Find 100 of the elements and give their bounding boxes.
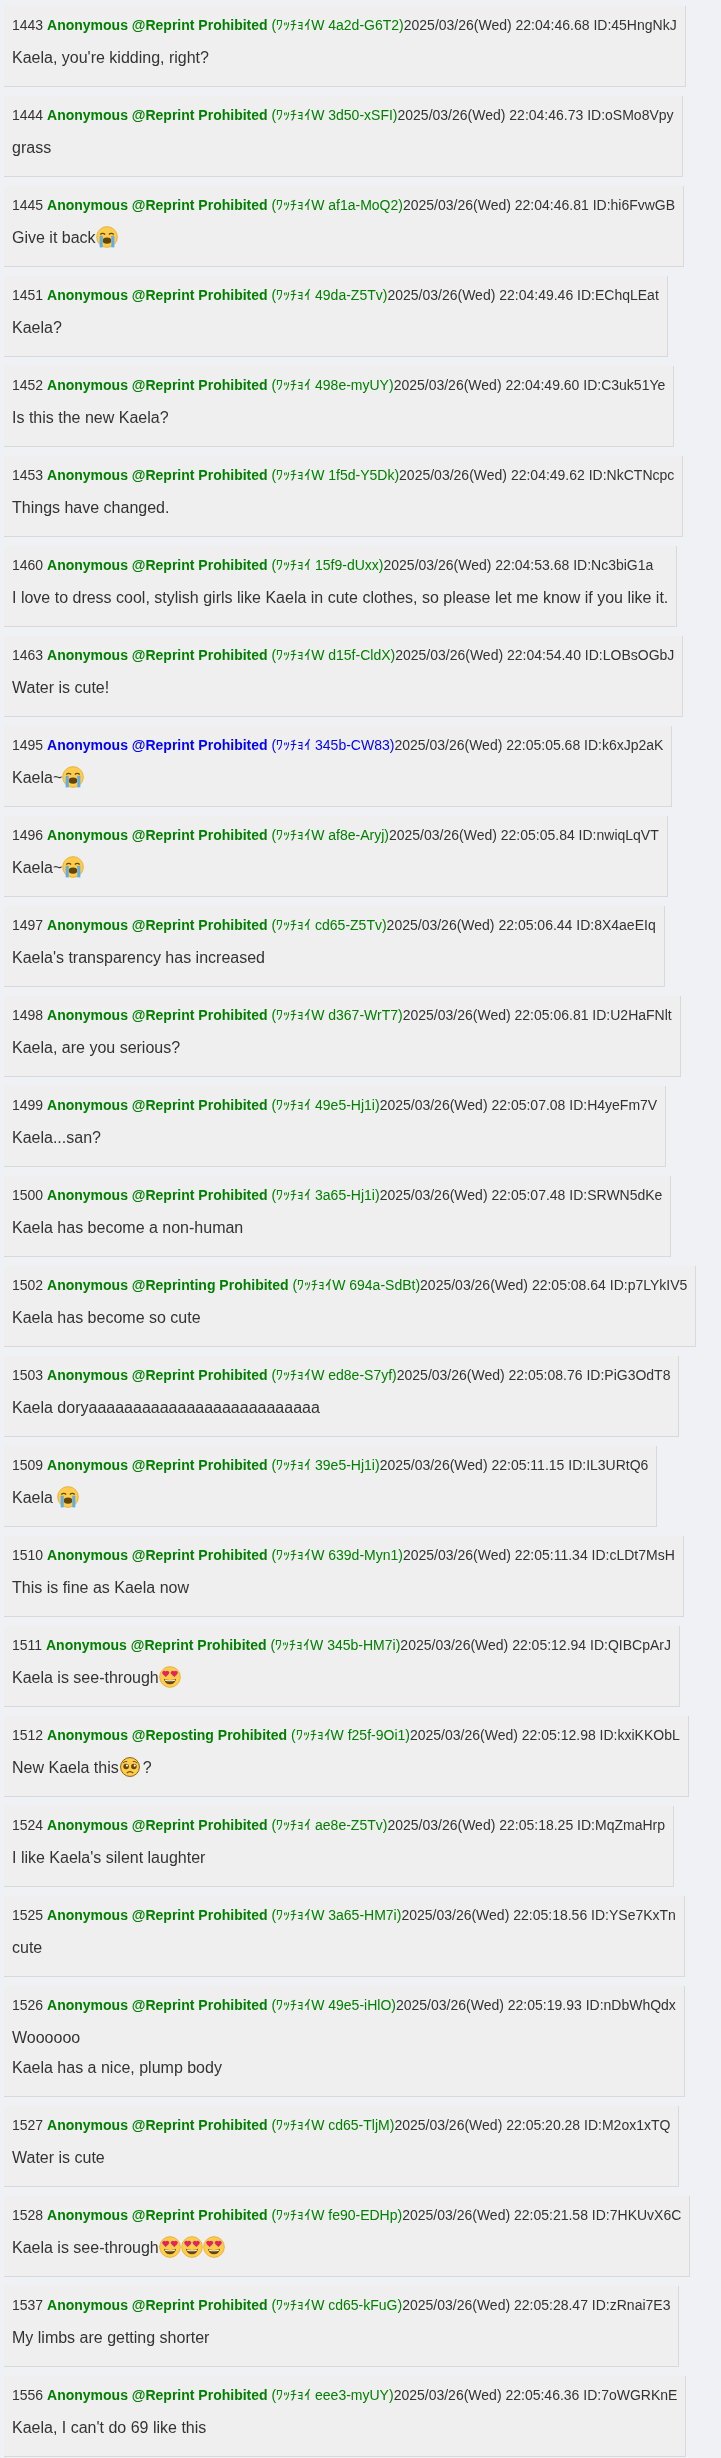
poster-tag: (ﾜｯﾁｮｲW cd65-kFuG) [271, 2297, 403, 2313]
post-date: 2025/03/26(Wed) 22:04:46.81 [402, 197, 589, 213]
poster-name: Anonymous @Reprint Prohibited [47, 827, 268, 843]
post-number: 1453 [12, 467, 44, 483]
poster-tag: (ﾜｯﾁｮｲW d15f-CldX) [271, 647, 396, 663]
post-date: 2025/03/26(Wed) 22:04:49.62 [399, 467, 585, 483]
post-number: 1452 [12, 377, 44, 393]
post-date: 2025/03/26(Wed) 22:05:06.44 [386, 917, 573, 933]
post-number: 1497 [12, 917, 44, 933]
poster-name: Anonymous @Reprint Prohibited [47, 1547, 268, 1563]
poster-tag: (ﾜｯﾁｮｲW 1f5d-Y5Dk) [271, 467, 400, 483]
message-text: Kaela? [12, 319, 62, 336]
post-id: ID:QIBCpArJ [590, 1637, 671, 1653]
post-id: ID:45HngNkJ [593, 17, 677, 33]
poster-name: Anonymous @Reprint Prohibited [47, 2207, 268, 2223]
poster-name: Anonymous @Reprint Prohibited [46, 1637, 267, 1653]
poster-tag: (ﾜｯﾁｮｲ 498e-myUY) [271, 377, 394, 393]
message-text: Kaela~ [12, 859, 63, 876]
post-date: 2025/03/26(Wed) 22:05:11.34 [402, 1547, 588, 1563]
poster-name: Anonymous @Reprint Prohibited [47, 467, 268, 483]
post-number: 1443 [12, 17, 44, 33]
post-number: 1500 [12, 1187, 44, 1203]
poster-tag: (ﾜｯﾁｮｲW af1a-MoQ2) [271, 197, 403, 213]
crying-face-icon [57, 1486, 80, 1508]
poster-tag: (ﾜｯﾁｮｲW 639d-Myn1) [271, 1547, 403, 1563]
poster-tag: (ﾜｯﾁｮｲW 49e5-iHlO) [271, 1997, 396, 2013]
poster-name: Anonymous @Reprint Prohibited [47, 2387, 268, 2403]
poster-tag: (ﾜｯﾁｮｲ 345b-CW83) [271, 737, 395, 753]
post-id: ID:Nc3biG1a [573, 557, 654, 573]
poster-tag: (ﾜｯﾁｮｲ 49da-Z5Tv) [271, 287, 388, 303]
post-date: 2025/03/26(Wed) 22:04:54.40 [395, 647, 581, 663]
poster-name: Anonymous @Reprint Prohibited [47, 377, 268, 393]
message-text: Kaela has become so cute [12, 1309, 201, 1326]
message-text: cute [12, 1939, 43, 1956]
message-text: Water is cute [12, 2149, 105, 2166]
heart-eyes-face-icon [158, 1666, 181, 1688]
post-number: 1525 [12, 1907, 44, 1923]
post-number: 1526 [12, 1997, 44, 2013]
post-number: 1556 [12, 2387, 44, 2403]
post-number: 1509 [12, 1457, 44, 1473]
post-date: 2025/03/26(Wed) 22:05:05.68 [394, 737, 581, 753]
poster-name: Anonymous @Reprint Prohibited [47, 2117, 268, 2133]
post-id: ID:M2ox1xTQ [584, 2117, 671, 2133]
message-text: Kaela doryaaaaaaaaaaaaaaaaaaaaaaaaaa [12, 1399, 320, 1416]
message-text: I like Kaela's silent laughter [12, 1849, 206, 1866]
post-date: 2025/03/26(Wed) 22:05:20.28 [394, 2117, 581, 2133]
message-text: Kaela has a nice, plump body [12, 2059, 222, 2076]
post-date: 2025/03/26(Wed) 22:04:46.73 [397, 107, 584, 123]
poster-tag: (ﾜｯﾁｮｲ eee3-myUY) [271, 2387, 394, 2403]
poster-tag: (ﾜｯﾁｮｲ 49e5-Hj1i) [271, 1097, 380, 1113]
post-number: 1444 [12, 107, 44, 123]
post-id: ID:7HKUvX6C [591, 2207, 682, 2223]
poster-name: Anonymous @Reprint Prohibited [47, 1997, 268, 2013]
message-text: Is this the new Kaela? [12, 409, 169, 426]
post-date: 2025/03/26(Wed) 22:05:28.47 [402, 2297, 588, 2313]
poster-tag: (ﾜｯﾁｮｲ ae8e-Z5Tv) [271, 1817, 388, 1833]
post-date: 2025/03/26(Wed) 22:05:12.98 [409, 1727, 596, 1743]
message-text: New Kaela this [12, 1759, 119, 1776]
post-date: 2025/03/26(Wed) 22:05:07.48 [379, 1187, 566, 1203]
poster-tag: (ﾜｯﾁｮｲ 3a65-Hj1i) [271, 1187, 380, 1203]
post-number: 1503 [12, 1367, 44, 1383]
message-text: Things have changed. [12, 499, 170, 516]
post-number: 1496 [12, 827, 44, 843]
post-id: ID:C3uk51Ye [583, 377, 666, 393]
post-number: 1463 [12, 647, 44, 663]
poster-name: Anonymous @Reprint Prohibited [47, 287, 268, 303]
post-date: 2025/03/26(Wed) 22:05:19.93 [395, 1997, 582, 2013]
post-number: 1460 [12, 557, 44, 573]
poster-name: Anonymous @Reprint Prohibited [47, 737, 268, 753]
crying-face-icon [62, 766, 85, 788]
message-text: Kaela, you're kidding, right? [12, 49, 209, 66]
post-date: 2025/03/26(Wed) 22:05:18.56 [401, 1907, 588, 1923]
poster-name: Anonymous @Reposting Prohibited [47, 1727, 288, 1743]
poster-name: Anonymous @Reprint Prohibited [47, 1097, 268, 1113]
post-date: 2025/03/26(Wed) 22:05:07.08 [379, 1097, 566, 1113]
poster-name: Anonymous @Reprint Prohibited [47, 647, 268, 663]
poster-tag: (ﾜｯﾁｮｲW 4a2d-G6T2) [271, 17, 404, 33]
poster-tag: (ﾜｯﾁｮｲW d367-WrT7) [271, 1007, 403, 1023]
poster-tag: (ﾜｯﾁｮｲW 3d50-xSFI) [271, 107, 398, 123]
post-date: 2025/03/26(Wed) 22:05:18.25 [387, 1817, 574, 1833]
post-id: ID:EChqLEat [577, 287, 659, 303]
post-number: 1499 [12, 1097, 44, 1113]
poster-name: Anonymous @Reprint Prohibited [47, 1817, 268, 1833]
message-text: Kaela [12, 1489, 54, 1506]
post-id: ID:hi6FvwGB [592, 197, 676, 213]
post-date: 2025/03/26(Wed) 22:04:49.46 [387, 287, 574, 303]
poster-name: Anonymous @Reprint Prohibited [47, 1457, 268, 1473]
post-id: ID:YSe7KxTn [591, 1907, 676, 1923]
poster-name: Anonymous @Reprint Prohibited [47, 917, 268, 933]
post-id: ID:oSMo8Vpy [587, 107, 674, 123]
post-id: ID:NkCTNcpc [588, 467, 675, 483]
post-date: 2025/03/26(Wed) 22:05:08.76 [396, 1367, 583, 1383]
post-id: ID:MqZmaHrp [577, 1817, 665, 1833]
poster-tag: (ﾜｯﾁｮｲ 15f9-dUxx) [271, 557, 384, 573]
message-text: Kaela, I can't do 69 like this [12, 2419, 207, 2436]
post-date: 2025/03/26(Wed) 22:04:46.68 [403, 17, 590, 33]
post-date: 2025/03/26(Wed) 22:05:05.84 [388, 827, 575, 843]
post-id: ID:LOBsOGbJ [584, 647, 675, 663]
post-id: ID:8X4aeEIq [576, 917, 656, 933]
message-text: Kaela is see-through [12, 1669, 159, 1686]
